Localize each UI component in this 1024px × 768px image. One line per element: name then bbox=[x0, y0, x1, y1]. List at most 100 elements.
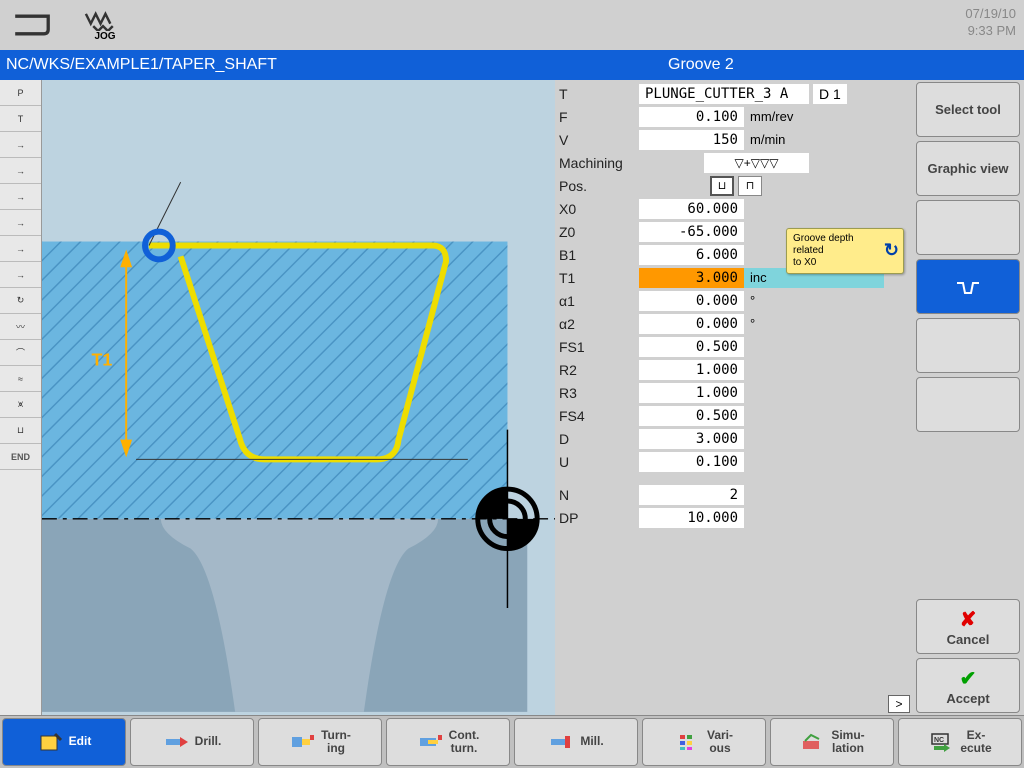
accept-button[interactable]: ✔ Accept bbox=[916, 658, 1020, 713]
step-icon[interactable]: → bbox=[0, 262, 41, 288]
step-icon[interactable]: ⩙ bbox=[0, 392, 41, 418]
groove-outer-icon[interactable]: ⊔ bbox=[710, 176, 734, 196]
softkey-empty[interactable] bbox=[916, 200, 1020, 255]
param-pos[interactable]: Pos. ⊔ ⊓ bbox=[555, 174, 912, 197]
execute-button[interactable]: NC Ex- ecute bbox=[898, 718, 1022, 766]
parameter-panel: T PLUNGE_CUTTER_3 A D 1 F 0.100 mm/rev V… bbox=[555, 80, 912, 715]
param-label: D bbox=[559, 431, 639, 447]
param-value[interactable]: PLUNGE_CUTTER_3 A bbox=[639, 84, 809, 104]
machining-symbol[interactable]: ▽+▽▽▽ bbox=[704, 153, 809, 173]
cancel-button[interactable]: ✘ Cancel bbox=[916, 599, 1020, 654]
param-value[interactable]: 0.500 bbox=[639, 406, 744, 426]
contour-turning-button[interactable]: Cont. turn. bbox=[386, 718, 510, 766]
param-label: α1 bbox=[559, 293, 639, 309]
softkey-empty[interactable] bbox=[916, 318, 1020, 373]
step-icon[interactable]: ⊔ bbox=[0, 418, 41, 444]
svg-text:NC: NC bbox=[934, 737, 944, 744]
accept-icon: ✔ bbox=[960, 666, 977, 691]
step-icon[interactable]: → bbox=[0, 132, 41, 158]
cycle-name: Groove 2 bbox=[664, 56, 1024, 74]
cancel-icon: ✘ bbox=[960, 607, 977, 632]
param-value[interactable]: 1.000 bbox=[639, 383, 744, 403]
step-icon[interactable]: → bbox=[0, 236, 41, 262]
param-label: F bbox=[559, 109, 639, 125]
param-value[interactable]: 0.100 bbox=[639, 452, 744, 472]
param-value[interactable]: 0.000 bbox=[639, 314, 744, 334]
param-u[interactable]: U 0.100 bbox=[555, 450, 912, 473]
param-unit: ° bbox=[744, 316, 755, 331]
graphic-view-button[interactable]: Graphic view bbox=[916, 141, 1020, 196]
groove-type-button[interactable] bbox=[916, 259, 1020, 314]
step-icon[interactable]: 〰 bbox=[0, 314, 41, 340]
param-value[interactable]: 0.100 bbox=[639, 107, 744, 127]
param-speed[interactable]: V 150 m/min bbox=[555, 128, 912, 151]
datetime: 07/19/10 9:33 PM bbox=[965, 6, 1016, 40]
groove-inner-icon[interactable]: ⊓ bbox=[738, 176, 762, 196]
param-value[interactable]: 0.000 bbox=[639, 291, 744, 311]
step-icon[interactable]: P bbox=[0, 80, 41, 106]
param-tool[interactable]: T PLUNGE_CUTTER_3 A D 1 bbox=[555, 82, 912, 105]
drill-icon bbox=[163, 731, 191, 753]
edit-button[interactable]: Edit bbox=[2, 718, 126, 766]
param-value[interactable]: 6.000 bbox=[639, 245, 744, 265]
param-label: N bbox=[559, 487, 639, 503]
param-value[interactable]: -65.000 bbox=[639, 222, 744, 242]
param-x0[interactable]: X0 60.000 bbox=[555, 197, 912, 220]
position-picker[interactable]: ⊔ ⊓ bbox=[710, 176, 762, 196]
param-label: Pos. bbox=[559, 178, 704, 194]
param-r2[interactable]: R2 1.000 bbox=[555, 358, 912, 381]
param-label: T bbox=[559, 86, 639, 102]
vertical-softkeys: Select tool Graphic view ✘ Cancel ✔ Acce… bbox=[912, 80, 1024, 715]
param-value[interactable]: 0.500 bbox=[639, 337, 744, 357]
simulation-icon bbox=[799, 731, 827, 753]
jog-label: JOG bbox=[94, 31, 115, 42]
tooltip-line: to X0 bbox=[793, 257, 879, 269]
step-icon[interactable]: ≈ bbox=[0, 366, 41, 392]
param-a1[interactable]: α1 0.000 ° bbox=[555, 289, 912, 312]
param-a2[interactable]: α2 0.000 ° bbox=[555, 312, 912, 335]
param-fs1[interactable]: FS1 0.500 bbox=[555, 335, 912, 358]
cycle-icon[interactable]: ↻ bbox=[884, 240, 899, 262]
param-value[interactable]: 10.000 bbox=[639, 508, 744, 528]
param-value[interactable]: 150 bbox=[639, 130, 744, 150]
param-d[interactable]: D 3.000 bbox=[555, 427, 912, 450]
param-label: FS1 bbox=[559, 339, 639, 355]
param-r3[interactable]: R3 1.000 bbox=[555, 381, 912, 404]
scroll-right-button[interactable]: > bbox=[888, 695, 910, 713]
mill-button[interactable]: Mill. bbox=[514, 718, 638, 766]
param-feed[interactable]: F 0.100 mm/rev bbox=[555, 105, 912, 128]
jog-mode-icon: JOG bbox=[75, 5, 135, 45]
param-label: Machining bbox=[559, 155, 704, 171]
turning-icon bbox=[289, 731, 317, 753]
various-button[interactable]: Vari- ous bbox=[642, 718, 766, 766]
step-icon[interactable]: → bbox=[0, 184, 41, 210]
machine-mode-icon bbox=[5, 5, 65, 45]
step-icon[interactable]: ⌒ bbox=[0, 340, 41, 366]
softkey-empty[interactable] bbox=[916, 377, 1020, 432]
param-value[interactable]: 60.000 bbox=[639, 199, 744, 219]
program-path: NC/WKS/EXAMPLE1/TAPER_SHAFT bbox=[0, 56, 664, 74]
select-tool-button[interactable]: Select tool bbox=[916, 82, 1020, 137]
title-bar: NC/WKS/EXAMPLE1/TAPER_SHAFT Groove 2 bbox=[0, 50, 1024, 80]
param-n[interactable]: N 2 bbox=[555, 483, 912, 506]
horizontal-softkeys: Edit Drill. Turn- ing Cont. turn. Mill. … bbox=[0, 715, 1024, 768]
param-label: T1 bbox=[559, 270, 639, 286]
step-icon[interactable]: → bbox=[0, 158, 41, 184]
param-dp[interactable]: DP 10.000 bbox=[555, 506, 912, 529]
param-value-active[interactable]: 3.000 bbox=[639, 268, 744, 288]
various-icon bbox=[675, 731, 703, 753]
param-machining[interactable]: Machining ▽+▽▽▽ bbox=[555, 151, 912, 174]
step-icon[interactable]: → bbox=[0, 210, 41, 236]
drill-button[interactable]: Drill. bbox=[130, 718, 254, 766]
param-value[interactable]: 3.000 bbox=[639, 429, 744, 449]
tool-d[interactable]: D 1 bbox=[813, 84, 847, 104]
param-fs4[interactable]: FS4 0.500 bbox=[555, 404, 912, 427]
param-value[interactable]: 1.000 bbox=[639, 360, 744, 380]
step-icon[interactable]: T bbox=[0, 106, 41, 132]
step-icon[interactable]: ↻ bbox=[0, 288, 41, 314]
program-steps-sidebar[interactable]: P T → → → → → → ↻ 〰 ⌒ ≈ ⩙ ⊔ END bbox=[0, 80, 42, 715]
simulation-button[interactable]: Simu- lation bbox=[770, 718, 894, 766]
turning-button[interactable]: Turn- ing bbox=[258, 718, 382, 766]
param-value[interactable]: 2 bbox=[639, 485, 744, 505]
step-end[interactable]: END bbox=[0, 444, 41, 470]
